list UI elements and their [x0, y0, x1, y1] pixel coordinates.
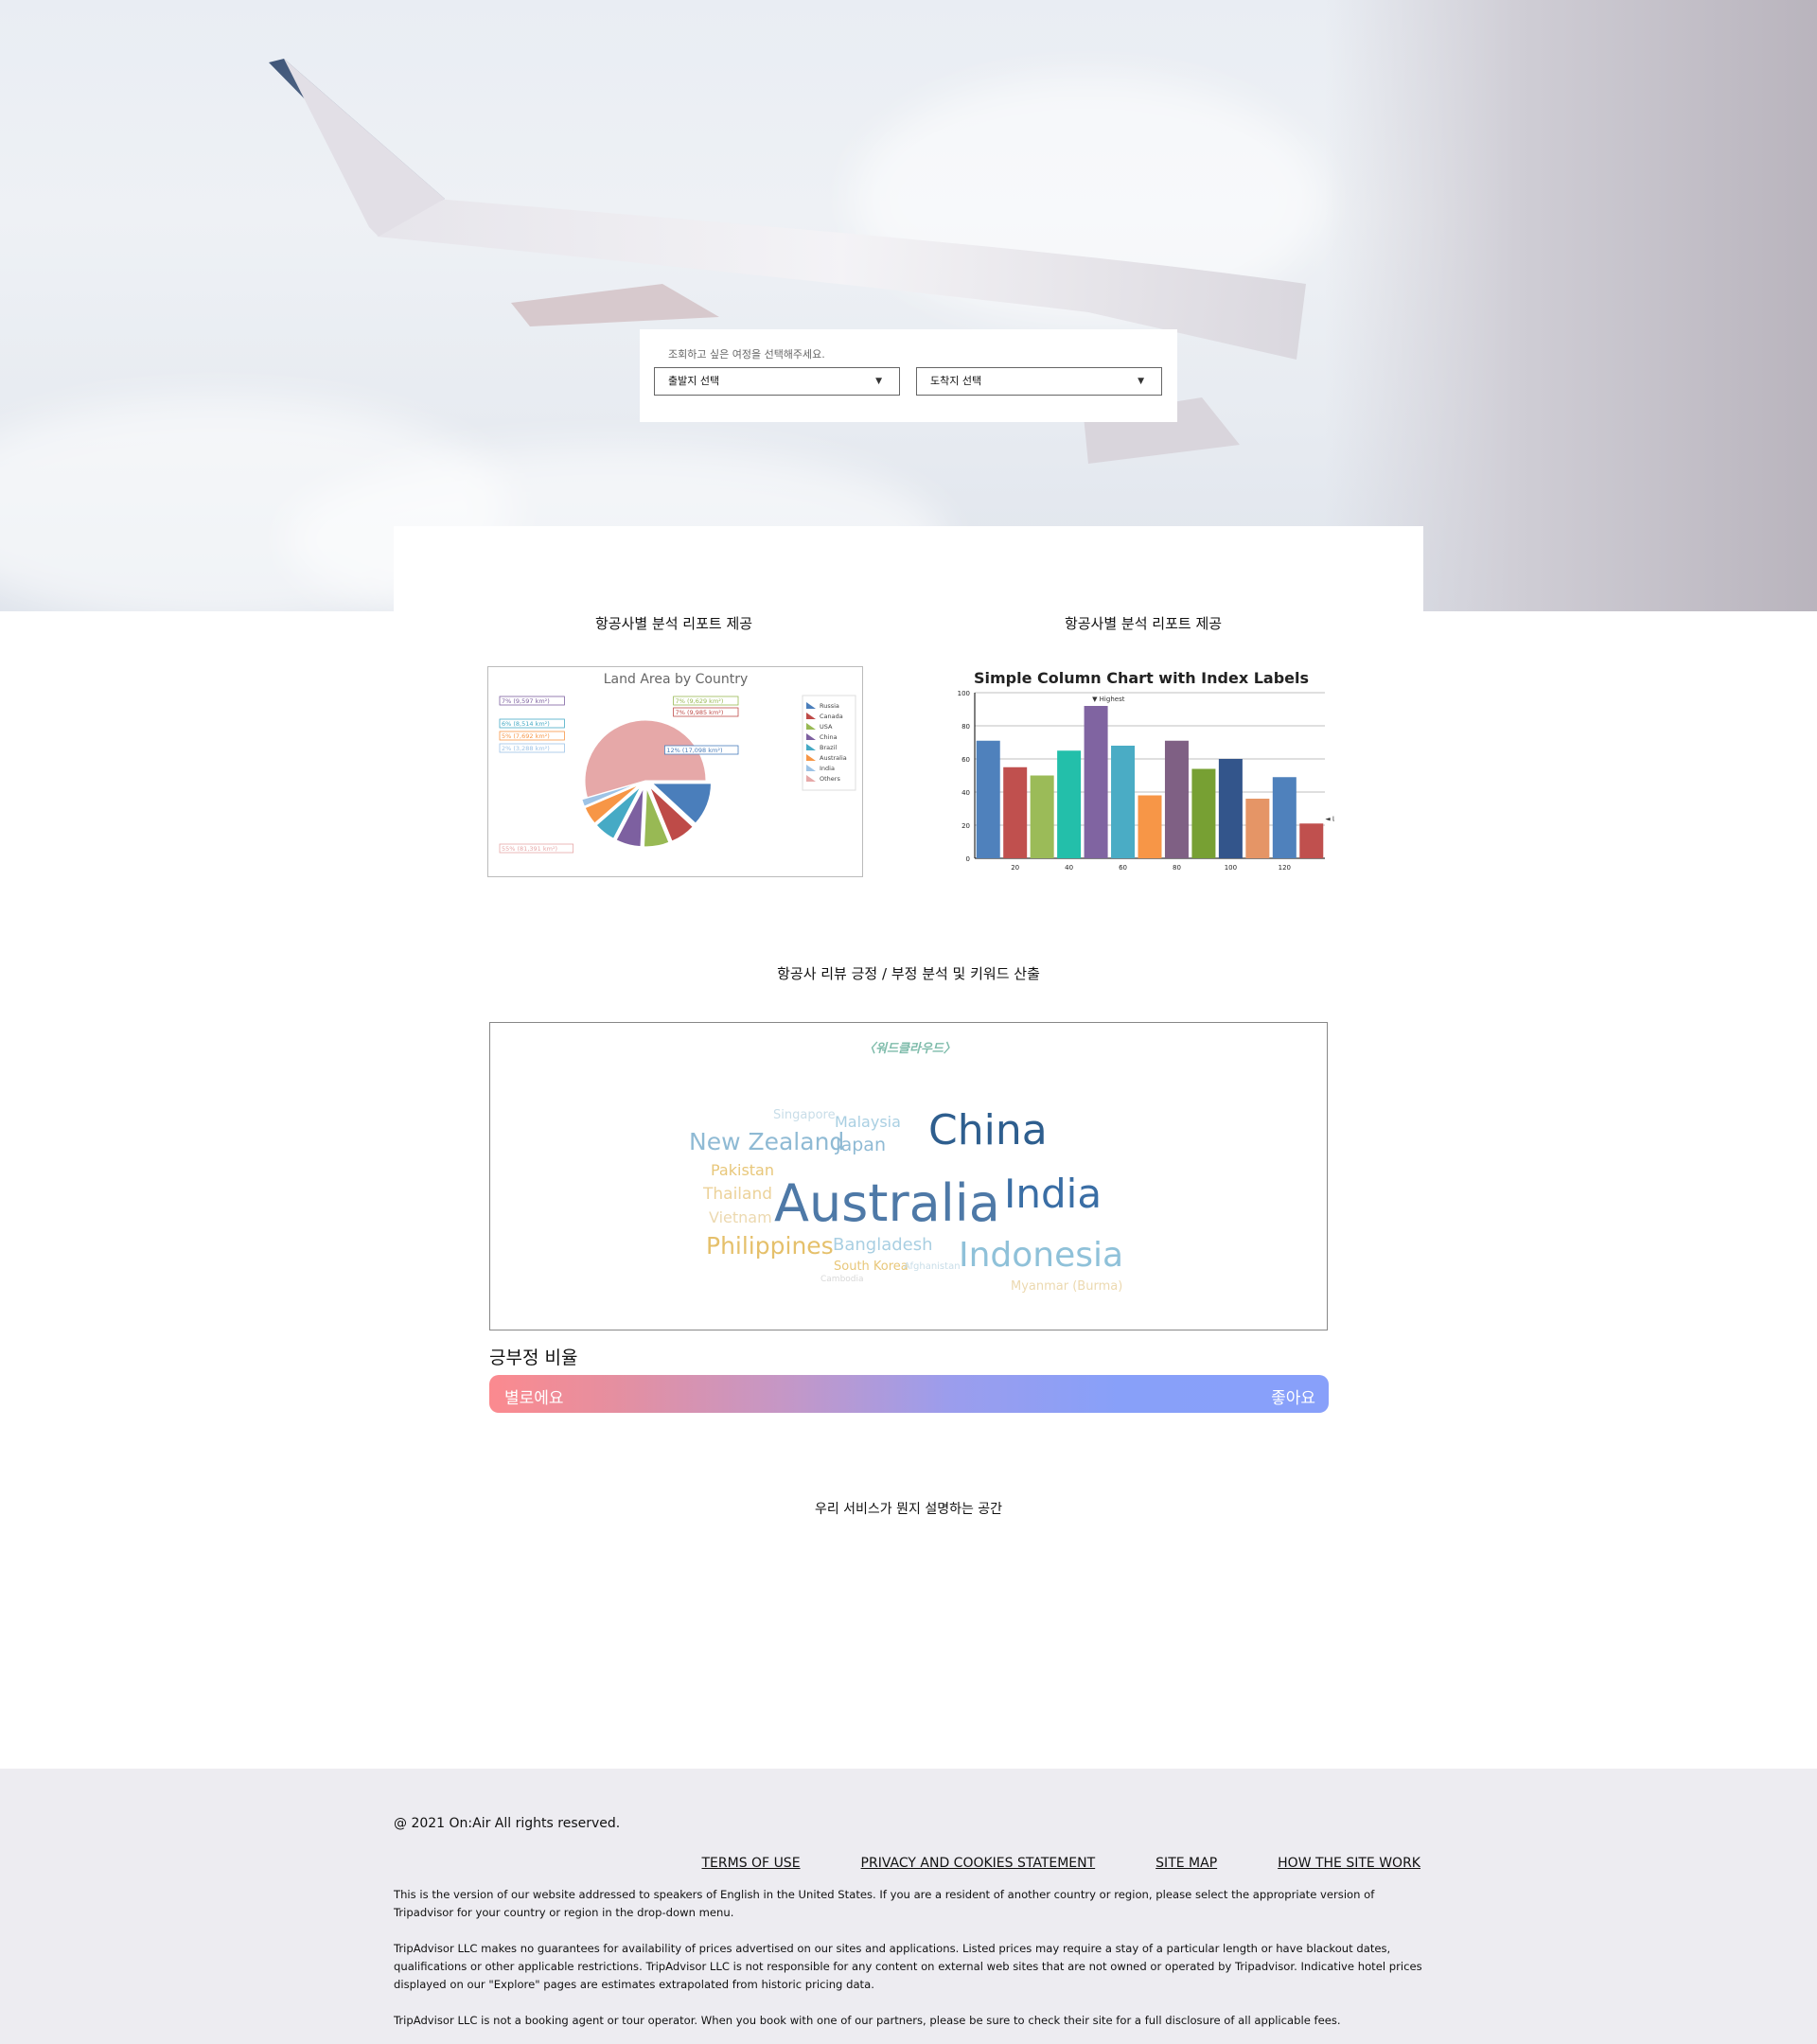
- bar-y-tick-label: 20: [961, 822, 970, 830]
- sentiment-ratio-bar: 별로에요 좋아요: [489, 1375, 1329, 1413]
- bar-y-tick-label: 80: [961, 723, 970, 731]
- word-cloud-title: 〈워드클라우드〉: [863, 1042, 956, 1056]
- how-the-site-work-link[interactable]: HOW THE SITE WORK: [1278, 1856, 1420, 1871]
- bar-y-tick-label: 0: [966, 855, 970, 863]
- word-cloud-word: New Zealand: [689, 1128, 845, 1155]
- pie-data-label: 12% (17,098 km²): [666, 747, 722, 754]
- bar: [1164, 740, 1189, 858]
- pie-legend-label: China: [820, 733, 838, 741]
- pie-legend-label: Brazil: [820, 744, 837, 751]
- pie-data-label: 5% (7,692 km²): [502, 732, 550, 740]
- departure-select-label: 출발지 선택: [668, 375, 720, 387]
- word-cloud-word: Afghanistan: [904, 1261, 961, 1272]
- footer-paragraph: TripAdvisor LLC is not a booking agent o…: [394, 2014, 1341, 2027]
- section-title-report-left: 항공사별 분석 리포트 제공: [594, 615, 753, 632]
- bar-y-tick-label: 40: [961, 789, 970, 797]
- word-cloud-word: Malaysia: [835, 1113, 901, 1131]
- bar: [1003, 766, 1028, 858]
- bar-index-label: ◄ Lowest: [1325, 815, 1334, 822]
- dropdown-arrow-icon: ▼: [1138, 377, 1144, 386]
- sentiment-ratio-title: 긍부정 비율: [489, 1348, 578, 1368]
- bar-x-tick-label: 100: [1225, 864, 1237, 872]
- site-map-link[interactable]: SITE MAP: [1155, 1856, 1217, 1871]
- terms-of-use-link[interactable]: TERMS OF USE: [702, 1856, 801, 1871]
- footer-links: TERMS OF USE PRIVACY AND COOKIES STATEME…: [702, 1856, 1421, 1871]
- word-cloud: 〈워드클라우드〉 Australia China India Indonesia…: [489, 1022, 1328, 1330]
- pie-data-label: 7% (9,629 km²): [676, 697, 724, 705]
- departure-select[interactable]: 출발지 선택 ▼: [654, 367, 900, 396]
- dropdown-arrow-icon: ▼: [875, 377, 882, 386]
- bar-x-tick-label: 120: [1279, 864, 1291, 872]
- hero-background: 조회하고 싶은 여정을 선택해주세요. 출발지 선택 ▼ 도착지 선택 ▼: [0, 0, 1817, 611]
- bar-x-tick-label: 20: [1011, 864, 1019, 872]
- arrival-select[interactable]: 도착지 선택 ▼: [916, 367, 1162, 396]
- column-chart-svg: Simple Column Chart with Index Labels 0 20…: [958, 669, 1356, 872]
- word-cloud-word: Australia: [774, 1173, 1000, 1233]
- word-cloud-word: South Korea: [834, 1260, 908, 1274]
- negative-label: 별로에요: [504, 1389, 564, 1408]
- copyright: @ 2021 On:Air All rights reserved.: [394, 1816, 621, 1831]
- bar-index-label: ▼ Highest: [1092, 696, 1125, 703]
- word-cloud-word: Indonesia: [959, 1236, 1124, 1275]
- bar: [1272, 777, 1297, 858]
- pie-title: Land Area by Country: [604, 672, 749, 687]
- bar: [1084, 706, 1108, 858]
- pie-data-label: 7% (9,985 km²): [676, 709, 724, 716]
- pie-data-label: 2% (3,288 km²): [502, 745, 550, 752]
- bar-y-tick-label: 100: [958, 690, 970, 697]
- privacy-link[interactable]: PRIVACY AND COOKIES STATEMENT: [861, 1856, 1096, 1871]
- bar-x-tick-label: 80: [1173, 864, 1181, 872]
- bar: [1299, 823, 1324, 858]
- bar: [976, 740, 1000, 858]
- bar: [1057, 750, 1082, 858]
- bar-x-tick-label: 60: [1119, 864, 1127, 872]
- arrival-select-label: 도착지 선택: [930, 375, 982, 387]
- pie-legend-label: Canada: [820, 713, 843, 720]
- footer-paragraph: This is the version of our website addre…: [394, 1888, 1375, 1919]
- positive-label: 좋아요: [1271, 1389, 1315, 1408]
- pie-legend-label: USA: [820, 723, 833, 731]
- airplane-wing-image: [269, 59, 1306, 464]
- pie-data-label: 7% (9,597 km²): [502, 697, 550, 705]
- content-panel-top: [394, 526, 1423, 613]
- pie-chart: Land Area by Country 12% (17,098 km²) 7% (…: [487, 666, 863, 877]
- word-cloud-word: Pakistan: [711, 1161, 774, 1179]
- pie-legend-label: Australia: [820, 754, 847, 762]
- pie-legend-label: India: [820, 765, 835, 772]
- word-cloud-word: China: [928, 1106, 1048, 1154]
- word-cloud-word: Singapore: [773, 1108, 836, 1122]
- pie-data-label: 55% (81,391 km²): [502, 845, 557, 853]
- word-cloud-word: Thailand: [703, 1185, 773, 1204]
- pie-legend-label: Russia: [820, 702, 839, 710]
- section-title-review: 항공사 리뷰 긍정 / 부정 분석 및 키워드 산출: [777, 965, 1040, 982]
- pie-legend-label: Others: [820, 775, 840, 783]
- bar-y-tick-label: 60: [961, 756, 970, 764]
- word-cloud-word: Japan: [836, 1135, 886, 1155]
- footer: @ 2021 On:Air All rights reserved. TERMS…: [0, 1769, 1817, 2044]
- pie-chart-svg: Land Area by Country 12% (17,098 km²) 7% (…: [499, 672, 856, 854]
- bar-title: Simple Column Chart with Index Labels: [974, 669, 1309, 687]
- bar: [1191, 768, 1216, 858]
- word-cloud-word: Philippines: [706, 1232, 834, 1260]
- section-title-service: 우리 서비스가 뭔지 설명하는 공간: [814, 1502, 1003, 1517]
- word-cloud-word: Vietnam: [709, 1208, 772, 1226]
- bar: [1111, 746, 1136, 858]
- bar-x-tick-label: 40: [1065, 864, 1073, 872]
- bar: [1030, 775, 1054, 858]
- route-search-panel: 조회하고 싶은 여정을 선택해주세요. 출발지 선택 ▼ 도착지 선택 ▼: [640, 329, 1177, 422]
- column-chart: Simple Column Chart with Index Labels 0 20…: [946, 662, 1356, 880]
- bar: [1245, 799, 1270, 858]
- bar: [1218, 759, 1243, 858]
- word-cloud-word: Cambodia: [820, 1275, 864, 1284]
- footer-paragraph: TripAdvisor LLC makes no guarantees for …: [394, 1942, 1422, 1991]
- word-cloud-word: Myanmar (Burma): [1011, 1279, 1123, 1294]
- pie-data-label: 6% (8,514 km²): [502, 720, 550, 728]
- word-cloud-word: Bangladesh: [833, 1235, 933, 1255]
- section-title-report-right: 항공사별 분석 리포트 제공: [1064, 615, 1223, 632]
- route-search-hint: 조회하고 싶은 여정을 선택해주세요.: [668, 348, 825, 361]
- bar: [1138, 795, 1162, 858]
- word-cloud-word: India: [1004, 1171, 1103, 1217]
